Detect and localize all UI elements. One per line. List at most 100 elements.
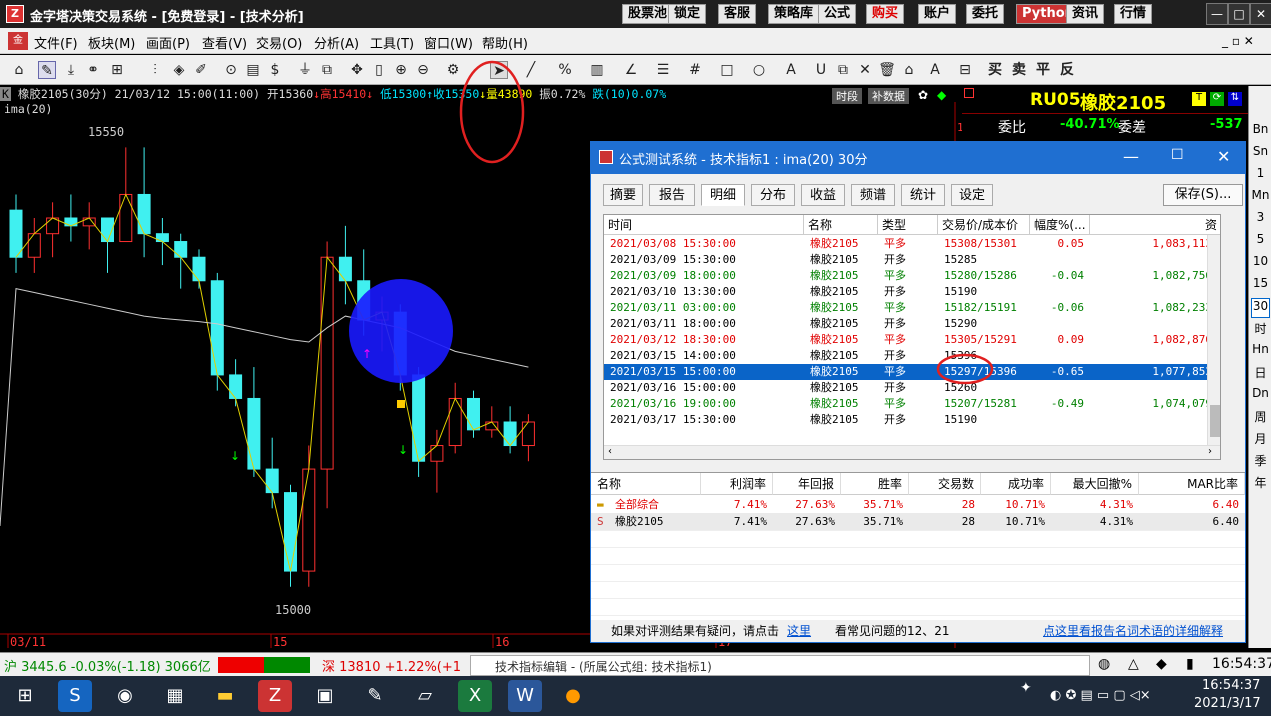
circle-icon[interactable]: ○ <box>750 61 768 79</box>
top-button-3[interactable]: 策略库 <box>768 4 820 24</box>
start-icon[interactable]: ⊞ <box>8 680 42 712</box>
mdi-controls[interactable]: _ ▫ ✕ <box>1222 34 1254 48</box>
magnet-icon[interactable]: U <box>812 61 830 79</box>
color-icon[interactable]: A <box>926 61 944 79</box>
document-icon[interactable]: ▤ <box>244 61 262 79</box>
top-button-1[interactable]: 锁定 <box>668 4 707 24</box>
column-header-5[interactable]: 资 <box>1090 215 1220 235</box>
app-menu-icon[interactable]: 金 <box>8 32 28 50</box>
table-row[interactable]: 2021/03/08 15:30:00 橡胶2105 平多 15308/15301 0.… <box>604 236 1220 252</box>
scroll-right-icon[interactable]: › <box>1208 446 1212 457</box>
tab-4[interactable]: 收益 <box>801 184 845 206</box>
sync-icon[interactable]: ⟳ <box>1210 92 1224 106</box>
period-3[interactable]: Mn <box>1251 188 1270 208</box>
trade-button-1[interactable]: 卖 <box>1010 61 1028 79</box>
edit-icon[interactable]: ✐ <box>192 61 210 79</box>
copy-icon[interactable]: ⧉ <box>834 61 852 79</box>
menu-item-4[interactable]: 交易(O) <box>256 33 302 52</box>
excel-icon[interactable]: X <box>458 680 492 712</box>
top-button-10[interactable]: 行情 <box>1114 4 1153 24</box>
column-header-0[interactable]: 时间 <box>604 215 804 235</box>
percent-icon[interactable]: % <box>556 61 574 79</box>
menu-item-2[interactable]: 画面(P) <box>146 33 190 52</box>
period-5[interactable]: 5 <box>1251 232 1270 252</box>
stat-header-4[interactable]: 交易数 <box>909 473 981 495</box>
hbar-icon[interactable]: ▥ <box>588 61 606 79</box>
alert-icon[interactable]: △ <box>1128 656 1139 672</box>
zoom-in-icon[interactable]: ⊕ <box>392 61 410 79</box>
trade-detail-table[interactable]: 时间 名称 类型 交易价/成本价 幅度%(... 资 2021/03/08 15:30:0… <box>603 214 1221 460</box>
period-15[interactable]: 季 <box>1251 452 1270 472</box>
close-button[interactable]: ✕ <box>1250 3 1271 25</box>
tab-5[interactable]: 频谱 <box>851 184 895 206</box>
trade-button-2[interactable]: 平 <box>1034 61 1052 79</box>
lock-icon[interactable]: ⌂ <box>900 61 918 79</box>
table-row[interactable]: 2021/03/16 15:00:00 橡胶2105 开多 15260 <box>604 380 1220 396</box>
archive-icon[interactable]: ▣ <box>308 680 342 712</box>
calculator-icon[interactable]: ▦ <box>158 680 192 712</box>
save-button[interactable]: 保存(S)... <box>1163 184 1243 206</box>
period-10[interactable]: Hn <box>1251 342 1270 362</box>
stat-header-3[interactable]: 胜率 <box>841 473 909 495</box>
period-0[interactable]: Bn <box>1251 122 1270 142</box>
tab-2[interactable]: 明细 <box>701 184 745 206</box>
filter-icon[interactable]: ⏚ <box>296 61 314 79</box>
trade-button-3[interactable]: 反 <box>1058 61 1076 79</box>
table-row[interactable]: 2021/03/15 15:00:00 橡胶2105 平多 15297/15396 -0… <box>604 364 1220 380</box>
period-1[interactable]: Sn <box>1251 144 1270 164</box>
top-button-0[interactable]: 股票池 <box>622 4 674 24</box>
period-4[interactable]: 3 <box>1251 210 1270 230</box>
period-16[interactable]: 年 <box>1251 474 1270 494</box>
stat-row[interactable]: S 橡胶2105 7.41% 27.63% 35.71% 28 10.71% 4.31% 6.4… <box>591 513 1245 530</box>
menu-item-1[interactable]: 板块(M) <box>88 33 135 52</box>
candle-icon[interactable]: ⫶ <box>146 61 164 79</box>
footer-link[interactable]: 这里 <box>787 620 811 642</box>
case-icon[interactable]: ● <box>556 680 590 712</box>
table-row[interactable]: 2021/03/09 18:00:00 橡胶2105 平多 15280/15286 -0… <box>604 268 1220 284</box>
period-12[interactable]: Dn <box>1251 386 1270 406</box>
top-button-4[interactable]: 公式 <box>818 4 857 24</box>
diamond-icon[interactable]: ◈ <box>170 61 188 79</box>
updown-icon[interactable]: ⇅ <box>1228 92 1242 106</box>
editor-taskbar-tab[interactable]: 技术指标编辑 - (所属公式组: 技术指标1) <box>470 655 1090 676</box>
download-icon[interactable]: ⤓ <box>62 61 80 79</box>
period-2[interactable]: 1 <box>1251 166 1270 186</box>
play-icon[interactable]: ⊙ <box>222 61 240 79</box>
grid-icon[interactable]: ⊞ <box>108 61 126 79</box>
tray-icons[interactable]: ◐ ✪ ▤ ▭ ▢ ◁× <box>1050 688 1151 703</box>
settings-gear-icon[interactable]: ✿ <box>918 88 928 102</box>
table-row[interactable]: 2021/03/17 15:30:00 橡胶2105 开多 15190 <box>604 412 1220 428</box>
menu-item-7[interactable]: 窗口(W) <box>424 33 473 52</box>
dollar-icon[interactable]: $ <box>266 61 284 79</box>
stat-header-7[interactable]: MAR比率 <box>1139 473 1245 495</box>
folder-icon[interactable]: ▬ <box>208 680 242 712</box>
table-row[interactable]: 2021/03/11 18:00:00 橡胶2105 开多 15290 <box>604 316 1220 332</box>
dialog-minimize-button[interactable]: — <box>1123 147 1139 166</box>
top-button-2[interactable]: 客服 <box>718 4 757 24</box>
minimize-button[interactable]: — <box>1206 3 1228 25</box>
horizontal-scrollbar[interactable]: ‹ › <box>604 445 1220 459</box>
top-button-7[interactable]: 委托 <box>966 4 1005 24</box>
move-icon[interactable]: ✥ <box>348 61 366 79</box>
period-14[interactable]: 月 <box>1251 430 1270 450</box>
tag-icon[interactable]: ◆ <box>1156 656 1167 672</box>
media-icon[interactable]: ◉ <box>108 680 142 712</box>
globe-icon[interactable]: ◍ <box>1098 656 1110 672</box>
notes-icon[interactable]: ▱ <box>408 680 442 712</box>
delete-icon[interactable]: ✕ <box>856 61 874 79</box>
column-header-2[interactable]: 类型 <box>878 215 938 235</box>
table-row[interactable]: 2021/03/09 15:30:00 橡胶2105 开多 15285 <box>604 252 1220 268</box>
top-button-9[interactable]: 资讯 <box>1066 4 1105 24</box>
tab-1[interactable]: 报告 <box>649 184 695 206</box>
book-icon[interactable]: ▮ <box>1186 656 1194 672</box>
period-badge[interactable]: K <box>0 87 11 101</box>
scrollbar-thumb[interactable] <box>1210 405 1220 437</box>
trash-icon[interactable]: 🗑 <box>878 61 896 79</box>
scroll-left-icon[interactable]: ‹ <box>608 446 612 457</box>
stat-header-1[interactable]: 利润率 <box>701 473 773 495</box>
top-button-5[interactable]: 购买 <box>866 4 905 24</box>
stat-header-2[interactable]: 年回报 <box>773 473 841 495</box>
table-row[interactable]: 2021/03/15 14:00:00 橡胶2105 开多 15396 <box>604 348 1220 364</box>
table-row[interactable]: 2021/03/16 19:00:00 橡胶2105 平多 15207/15281 -0… <box>604 396 1220 412</box>
fill-data-button[interactable]: 补数据 <box>868 88 909 104</box>
